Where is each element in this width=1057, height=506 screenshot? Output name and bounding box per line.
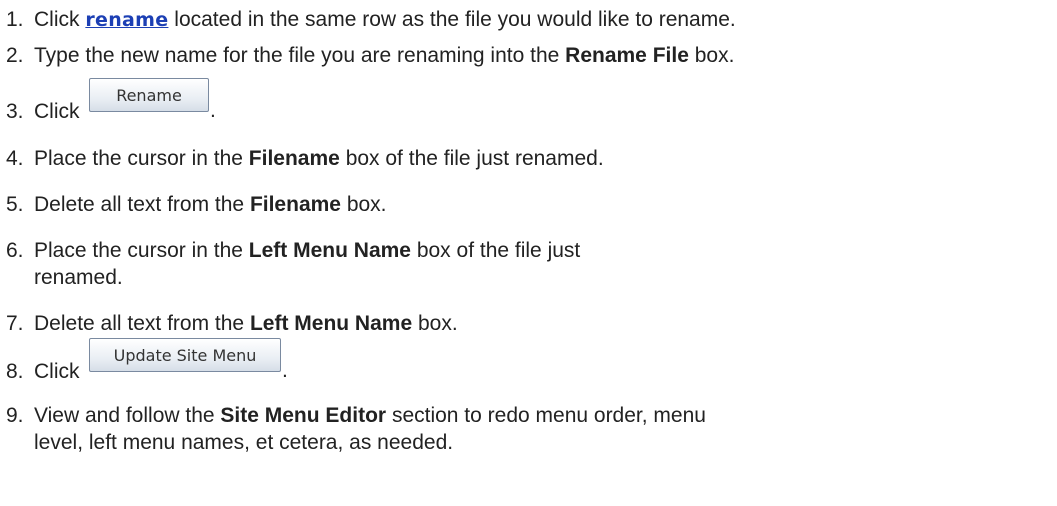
step-continuation: level, left menu names, et cetera, as ne… — [34, 431, 454, 454]
step-after: box of the file just — [416, 239, 581, 262]
step-after: box. — [694, 44, 735, 67]
step-before: Place the cursor in the — [34, 239, 243, 262]
step-after: box. — [346, 193, 387, 216]
step-before: View and follow the — [34, 404, 215, 427]
step-after: section to redo menu order, menu — [391, 404, 706, 427]
step-before: Delete all text from the — [34, 193, 245, 216]
step-text: Delete all text from the Left Menu Name … — [34, 310, 458, 337]
rename-button[interactable]: Rename — [89, 78, 209, 112]
step-text: Type the new name for the file you are r… — [34, 42, 734, 69]
step-before: Delete all text from the — [34, 312, 245, 335]
step-number: 1. — [6, 8, 24, 31]
step-text: Click rename located in the same row as … — [34, 6, 736, 34]
step-number: 6. — [6, 239, 24, 262]
step-after: box. — [417, 312, 458, 335]
field-name: Rename File — [565, 44, 689, 67]
field-name: Left Menu Name — [249, 312, 413, 335]
step-number: 9. — [6, 404, 24, 427]
step-text: View and follow the Site Menu Editor sec… — [34, 402, 706, 429]
step-before: Type the new name for the file you are r… — [34, 44, 560, 67]
field-name: Filename — [249, 193, 341, 216]
click-text: Click — [34, 8, 80, 31]
step-after: . — [210, 99, 216, 122]
step-number: 7. — [6, 312, 24, 335]
step-after: box of the file just renamed. — [345, 147, 604, 170]
step-continuation: renamed. — [34, 266, 123, 289]
step-number: 4. — [6, 147, 24, 170]
instructions-page: 1. Click rename located in the same row … — [0, 0, 1057, 506]
step-rest: located in the same row as the file you … — [174, 8, 736, 31]
update-site-menu-button[interactable]: Update Site Menu — [89, 338, 281, 372]
field-name: Filename — [248, 147, 340, 170]
field-name: Left Menu Name — [248, 239, 411, 262]
step-text: Place the cursor in the Filename box of … — [34, 145, 604, 172]
step-text: Place the cursor in the Left Menu Name b… — [34, 237, 580, 264]
step-number: 2. — [6, 44, 24, 67]
field-name: Site Menu Editor — [220, 404, 387, 427]
rename-link[interactable]: rename — [85, 9, 168, 31]
step-before: Place the cursor in the — [34, 147, 243, 170]
step-number: 5. — [6, 193, 24, 216]
step-text: Delete all text from the Filename box. — [34, 191, 387, 218]
click-text: Click — [34, 360, 80, 383]
click-text: Click — [34, 100, 80, 123]
step-after: . — [282, 359, 288, 382]
step-number: 8. — [6, 360, 24, 383]
step-number: 3. — [6, 100, 24, 123]
